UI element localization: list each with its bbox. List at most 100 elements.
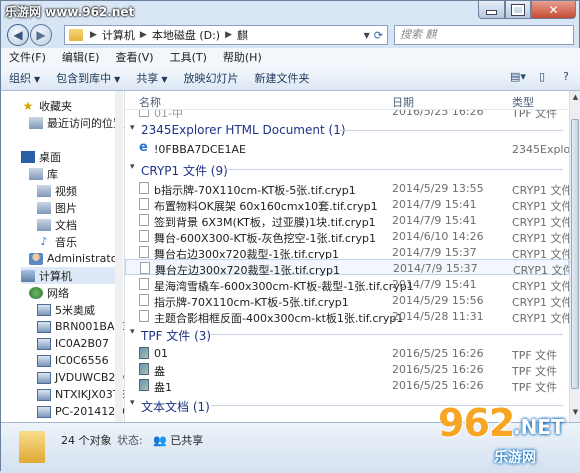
breadcrumb-folder[interactable]: 麒: [235, 27, 250, 43]
nav-label: Administrator: [47, 252, 122, 265]
list-item[interactable]: 01 2016/5/25 16:26 TPF 文件: [125, 345, 569, 362]
nav-host[interactable]: NTXIKJX03TB: [37, 386, 124, 403]
maximize-button[interactable]: [505, 1, 531, 19]
view-options-icon[interactable]: ▤▾: [509, 69, 527, 85]
collapse-icon: ▾: [130, 327, 135, 337]
close-button[interactable]: ✕: [531, 1, 576, 19]
file-name: 盎1: [154, 381, 172, 394]
nav-computer[interactable]: 计算机: [21, 267, 115, 284]
column-date-header[interactable]: 日期: [392, 94, 414, 110]
column-header: 名称 日期 类型: [125, 91, 569, 110]
scroll-thumb[interactable]: [571, 119, 579, 389]
nav-label: 文档: [55, 218, 77, 232]
nav-scrollbar[interactable]: [115, 91, 123, 422]
list-item[interactable]: 签到背景 6X3M(KT板，过亚膜)1块.tif.cryp1 2014/7/9 1…: [125, 212, 569, 229]
organize-button[interactable]: 组织 ▼: [1, 70, 48, 86]
documents-library-icon: [37, 218, 51, 231]
view-controls: ▤▾ ▯ ?: [509, 69, 575, 85]
list-item[interactable]: e !0FBBA7DCE1AE 2345Explorer: [125, 141, 569, 157]
nav-host[interactable]: 5米奥威: [37, 301, 95, 318]
file-type: TPF 文件: [512, 381, 558, 394]
nav-documents[interactable]: 文档: [37, 216, 77, 233]
nav-favorites[interactable]: ★ 收藏夹: [21, 97, 72, 114]
monitor-icon: [37, 405, 51, 418]
logo-domain: .NET: [513, 415, 565, 439]
address-dropdown-icon[interactable]: ▼: [364, 31, 374, 40]
file-icon: [139, 182, 149, 194]
menu-help[interactable]: 帮助(H): [215, 49, 270, 65]
list-item[interactable]: 舞台右边300x720裁型-1张.tif.cryp1 2014/7/9 15:37…: [125, 244, 569, 261]
nav-host[interactable]: IC0C6556: [37, 352, 109, 369]
file-date: 2014/7/9 15:41: [392, 278, 477, 291]
slideshow-button[interactable]: 放映幻灯片: [175, 70, 246, 86]
list-item[interactable]: b指示牌-70X110cm-KT板-5张.tif.cryp1 2014/5/29 …: [125, 180, 569, 197]
column-name-header[interactable]: 名称: [139, 94, 161, 110]
title-bar[interactable]: 乐游网 www.962.net ✕: [1, 1, 580, 21]
menu-bar: 文件(F) 编辑(E) 查看(V) 工具(T) 帮助(H): [1, 48, 580, 66]
list-item[interactable]: 布置物料OK展架 60x160cmx10套.tif.cryp1 2014/7/9 …: [125, 196, 569, 213]
preview-pane-icon[interactable]: ▯: [533, 69, 551, 85]
file-date: 2014/7/9 15:41: [392, 198, 477, 211]
list-item[interactable]: 主题合影相框反面-400x300cm-kt板1张.tif.cryp1 2014/5…: [125, 308, 569, 325]
file-date: 2014/5/29 15:56: [392, 294, 484, 307]
menu-edit[interactable]: 编辑(E): [54, 49, 108, 65]
file-icon: [139, 214, 149, 226]
group-header[interactable]: ▾ CRYP1 文件 (9): [125, 159, 569, 179]
menu-file[interactable]: 文件(F): [1, 49, 54, 65]
logo-subtitle: 乐游网: [494, 450, 536, 466]
nav-host[interactable]: JVDUWCB2AC: [37, 369, 124, 386]
new-folder-button[interactable]: 新建文件夹: [246, 70, 317, 86]
file-list: 01-中 2016/5/25 16:26 TPF 文件 名称 日期 类型 ▾ 2…: [125, 91, 569, 422]
address-bar[interactable]: ▶ 计算机 ▶ 本地磁盘 (D:) ▶ 麒 ▼ ⟳: [64, 25, 388, 45]
scroll-up-icon[interactable]: ▲: [570, 93, 580, 105]
back-button[interactable]: ◀: [7, 24, 29, 46]
file-type: 2345Explorer: [512, 143, 569, 156]
list-item[interactable]: 盎1 2016/5/25 16:26 TPF 文件: [125, 377, 569, 394]
nav-libraries[interactable]: 库: [29, 165, 58, 182]
help-icon[interactable]: ?: [557, 69, 575, 85]
nav-host[interactable]: BRN001BA93A: [37, 318, 124, 335]
nav-recent[interactable]: 最近访问的位置: [29, 114, 124, 131]
forward-button[interactable]: ▶: [30, 24, 52, 46]
dropdown-arrow-icon: ▼: [114, 75, 121, 84]
refresh-icon[interactable]: ⟳: [374, 29, 387, 42]
group-header[interactable]: ▾ TPF 文件 (3): [125, 324, 569, 344]
collapse-icon: ▾: [130, 398, 135, 408]
list-item[interactable]: 舞台-600X300-KT板-灰色挖空-1张.tif.cryp1 2014/6/1…: [125, 228, 569, 245]
nav-label: 网络: [47, 286, 69, 300]
include-in-library-button[interactable]: 包含到库中 ▼: [48, 70, 128, 86]
group-divider: [211, 334, 563, 335]
vertical-scrollbar[interactable]: ▲ ▼: [569, 91, 580, 422]
group-title: CRYP1 文件 (9): [141, 164, 228, 178]
breadcrumb-separator-icon: ▶: [139, 30, 147, 40]
list-item[interactable]: 星海湾雪橇车-600x300cm-KT板-裁型-1张.tif.cryp1 2014…: [125, 276, 569, 293]
desktop-icon: [21, 150, 35, 163]
nav-network[interactable]: 网络: [29, 284, 69, 301]
menu-view[interactable]: 查看(V): [107, 49, 161, 65]
list-item-hovered[interactable]: 舞台左边300x720裁型-1张.tif.cryp1 2014/7/9 15:37…: [125, 259, 569, 277]
group-header[interactable]: ▾ 2345Explorer HTML Document (1): [125, 120, 569, 140]
nav-administrator[interactable]: Administrator: [29, 250, 122, 267]
list-item[interactable]: 盎 2016/5/25 16:26 TPF 文件: [125, 361, 569, 378]
dropdown-arrow-icon: ▼: [161, 75, 168, 84]
file-icon: [140, 262, 150, 274]
nav-label: 收藏夹: [39, 99, 72, 113]
nav-host[interactable]: IC0A2B07: [37, 335, 109, 352]
nav-music[interactable]: ♪ 音乐: [37, 233, 77, 250]
nav-pictures[interactable]: 图片: [37, 199, 77, 216]
column-type-header[interactable]: 类型: [512, 94, 534, 110]
library-icon: [29, 167, 43, 180]
nav-videos[interactable]: 视频: [37, 182, 77, 199]
share-button[interactable]: 共享 ▼: [128, 70, 175, 86]
nav-host[interactable]: PC-20141230: [37, 403, 124, 420]
file-date: 2016/5/25 16:26: [392, 363, 484, 376]
menu-tools[interactable]: 工具(T): [162, 49, 215, 65]
breadcrumb-drive[interactable]: 本地磁盘 (D:): [150, 27, 222, 43]
nav-label: 图片: [55, 201, 77, 215]
folder-icon: [19, 431, 45, 463]
minimize-button[interactable]: [478, 1, 505, 19]
list-item[interactable]: 指示牌-70X110cm-KT板-5张.tif.cryp1 2014/5/29 1…: [125, 292, 569, 309]
nav-desktop[interactable]: 桌面: [21, 148, 61, 165]
breadcrumb-computer[interactable]: 计算机: [100, 27, 137, 43]
search-input[interactable]: 搜索 麒: [394, 25, 574, 45]
